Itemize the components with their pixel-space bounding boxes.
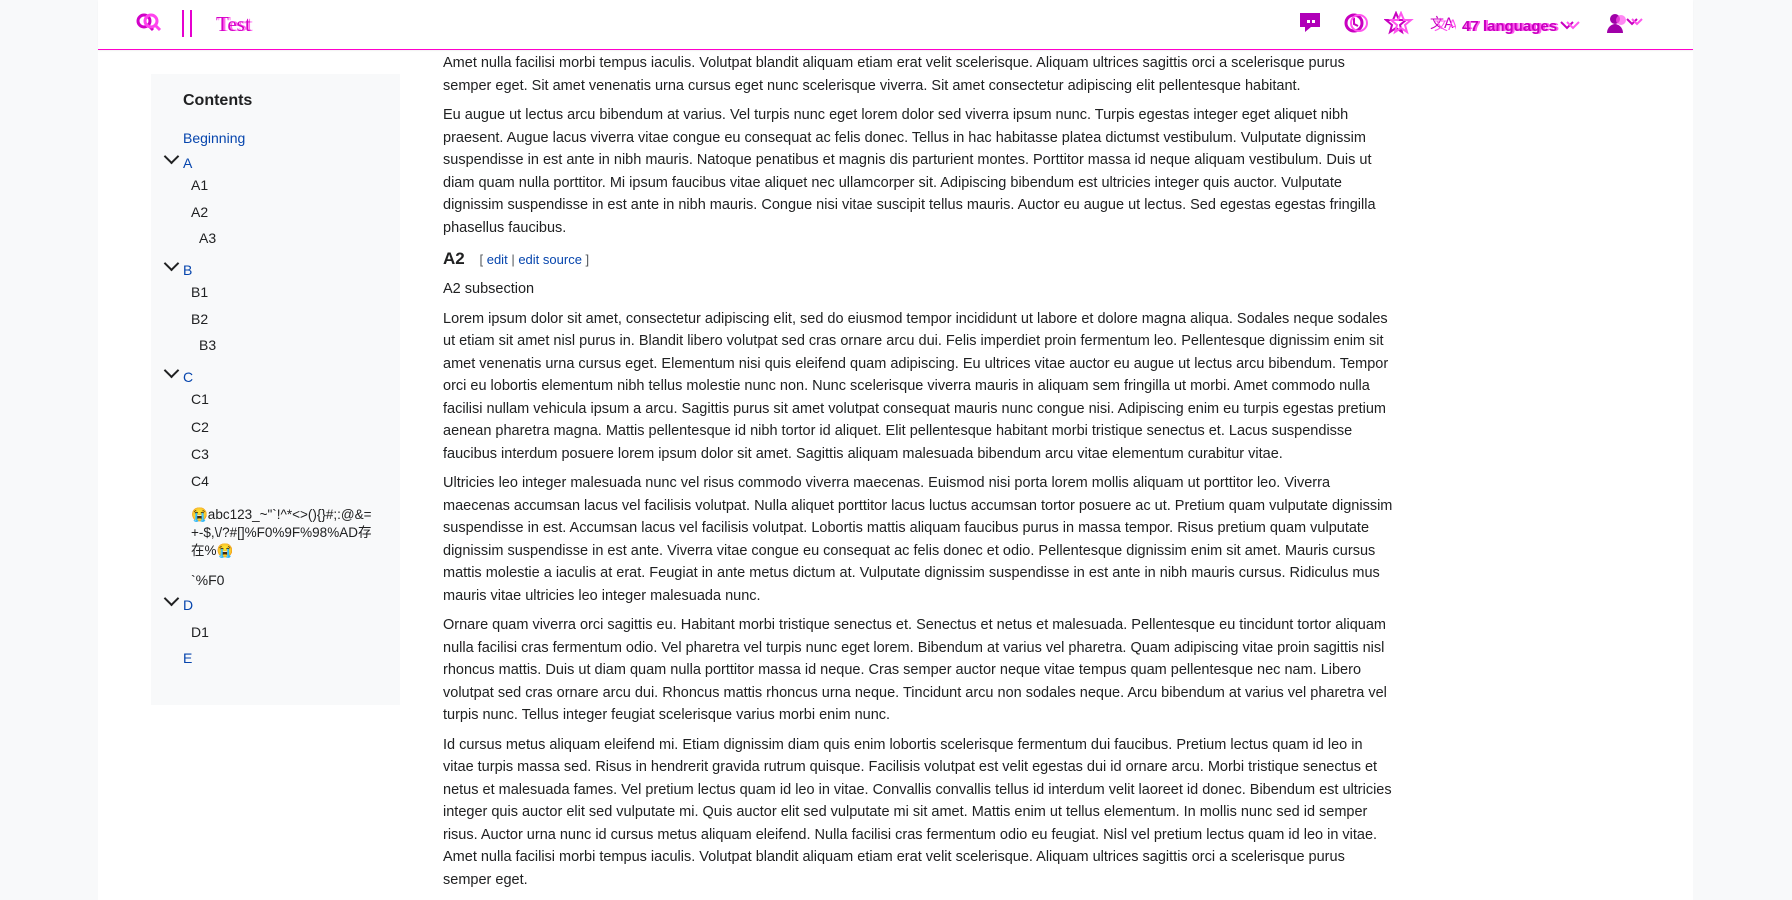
toc-item-c2[interactable]: C2 (191, 418, 209, 436)
header-tools: 文A 文A 47 languages (1298, 10, 1649, 41)
toc-item-b2[interactable]: B2 (191, 310, 208, 328)
toc-item-e[interactable]: E (183, 649, 192, 667)
svg-text:文A: 文A (1434, 18, 1456, 34)
paragraph: Id cursus metus aliquam eleifend mi. Eti… (443, 736, 1392, 888)
chevron-down-icon[interactable] (163, 255, 180, 272)
page-title[interactable]: Test (216, 12, 251, 37)
user-icon[interactable] (1605, 11, 1649, 41)
chevron-down-icon[interactable] (1559, 13, 1581, 39)
toc-item-b1[interactable]: B1 (191, 283, 208, 301)
sticky-header: Test 文A 文A 47 languages (98, 0, 1693, 50)
toc-heading: Contents (183, 92, 253, 109)
bracket: [ (479, 252, 484, 267)
chevron-down-icon[interactable] (163, 148, 180, 165)
subsection-label: A2 subsection (443, 281, 535, 297)
section-heading-a2: A2 [ edit | edit source ] (443, 247, 1393, 272)
watch-star-icon[interactable] (1383, 10, 1414, 41)
toc-item-a[interactable]: A (183, 154, 192, 172)
toc-item-b3[interactable]: B3 (199, 336, 216, 354)
toc-item-c1[interactable]: C1 (191, 390, 209, 408)
chevron-down-icon[interactable] (163, 362, 180, 379)
toc-item-a3[interactable]: A3 (199, 229, 216, 247)
search-icon[interactable] (136, 12, 164, 43)
section-heading-label: A2 (443, 249, 465, 268)
language-button[interactable]: 47 languages (1462, 18, 1557, 35)
paragraph: Ornare quam viverra orci sagittis eu. Ha… (443, 617, 1387, 723)
toc-item-a1[interactable]: A1 (191, 176, 208, 194)
edit-source-link[interactable]: edit source (518, 252, 582, 267)
toc-item-d[interactable]: D (183, 596, 193, 614)
divider (182, 10, 192, 37)
paragraph: Eu augue ut lectus arcu bibendum at vari… (443, 107, 1376, 236)
toc-item-special-chars[interactable]: 😭abc123_~"`!^*<>(){}#;:@&=+-$,\/?#[]%F0%… (191, 506, 376, 560)
toc-item-c3[interactable]: C3 (191, 445, 209, 463)
bracket: ] (585, 252, 590, 267)
paragraph: Lorem ipsum dolor sit amet, consectetur … (443, 310, 1389, 462)
toc-item-c[interactable]: C (183, 368, 193, 386)
toc-item-b[interactable]: B (183, 261, 192, 279)
paragraph: Ultricies leo integer malesuada nunc vel… (443, 475, 1393, 604)
language-icon[interactable]: 文A 文A (1428, 11, 1458, 41)
toc-item-c4[interactable]: C4 (191, 472, 209, 490)
edit-section-links: [ edit | edit source ] (479, 252, 589, 267)
article-content: turpis massa sed. Risus in hendrerit gra… (443, 0, 1393, 898)
toc-item-percent[interactable]: `%F0 (191, 571, 224, 589)
edit-link[interactable]: edit (487, 252, 508, 267)
table-of-contents: Contents Beginning A A1 A2 A3 B B1 B2 B3… (151, 74, 400, 705)
toc-item-d1[interactable]: D1 (191, 623, 209, 641)
talk-icon[interactable] (1298, 11, 1328, 41)
toc-item-a2[interactable]: A2 (191, 203, 208, 221)
toc-item-beginning[interactable]: Beginning (183, 129, 245, 147)
history-icon[interactable] (1342, 11, 1370, 41)
chevron-down-icon[interactable] (163, 590, 180, 607)
separator: | (511, 252, 515, 267)
